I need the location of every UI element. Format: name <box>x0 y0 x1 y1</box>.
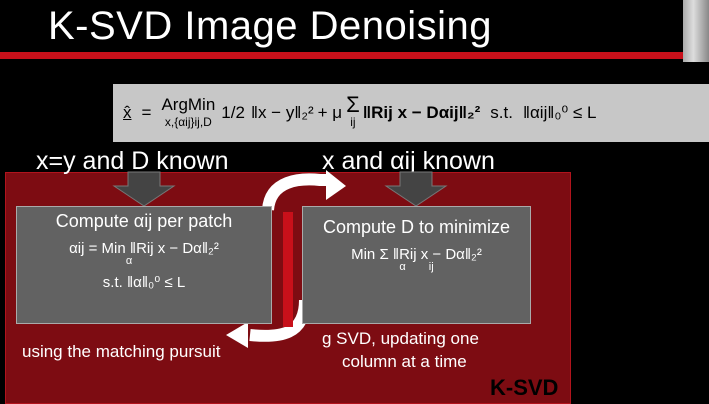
compute-d-eq-sub-sum: ij <box>428 261 434 273</box>
cycle-divider <box>283 212 293 327</box>
down-arrow-right <box>384 171 448 207</box>
compute-alpha-heading: Compute αij per patch <box>55 211 233 231</box>
compute-d-eq-sub-min: α <box>399 261 406 273</box>
left-caption: using the matching pursuit <box>22 342 221 361</box>
down-arrow-left <box>112 171 176 207</box>
compute-d-box: Compute D to minimize Min Σ ‖Rij x − Dα‖… <box>302 206 531 324</box>
cycle-arrow-top-head <box>326 170 346 200</box>
ksvd-brand-label: K-SVD <box>490 375 559 400</box>
compute-alpha-constraint: s.t. ‖α‖₀⁰ ≤ L <box>102 274 186 291</box>
compute-d-heading: Compute D to minimize <box>322 217 511 237</box>
cycle-arrow-bottom-head <box>226 322 248 348</box>
right-caption-line1: g SVD, updating one <box>322 329 479 348</box>
right-caption-line2: column at a time <box>342 352 467 371</box>
compute-alpha-box: Compute αij per patch αij = Min ‖Rij x −… <box>16 206 272 324</box>
